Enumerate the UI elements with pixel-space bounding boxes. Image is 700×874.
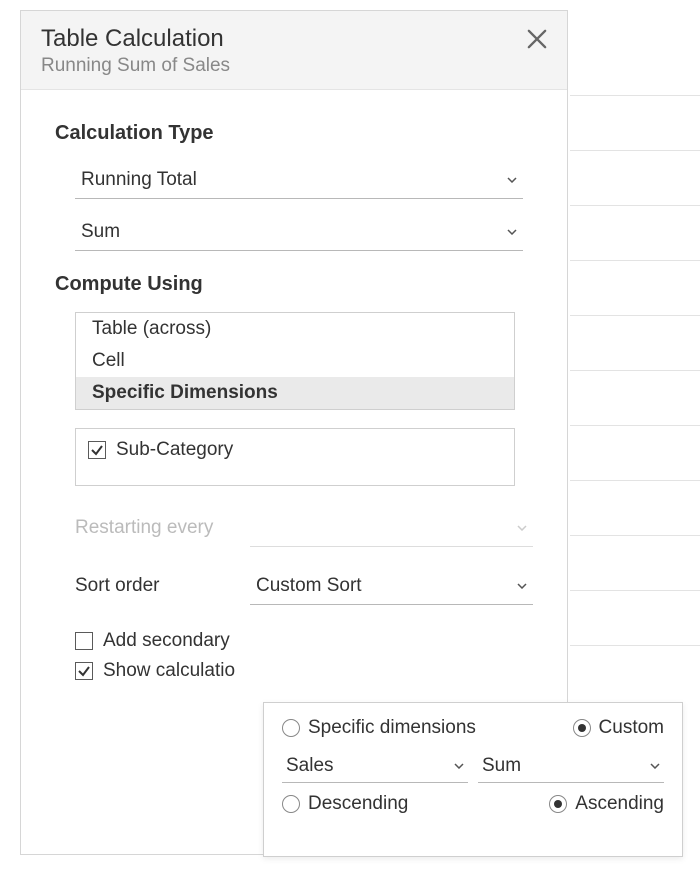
radio-icon xyxy=(282,719,300,737)
sort-descending-radio[interactable]: Descending xyxy=(282,793,408,815)
dialog-subtitle: Running Sum of Sales xyxy=(41,55,547,77)
restarting-every-select xyxy=(250,509,533,547)
sort-by-specific-dimensions-label: Specific dimensions xyxy=(308,717,476,739)
sort-by-custom-label: Custom xyxy=(599,717,664,739)
subcategory-label: Sub-Category xyxy=(116,439,233,461)
chevron-down-icon xyxy=(507,229,517,235)
calculation-function-select[interactable]: Running Total xyxy=(75,161,523,199)
sort-ascending-radio[interactable]: Ascending xyxy=(549,793,664,815)
calculation-type-label: Calculation Type xyxy=(55,122,533,145)
sort-aggregation-select[interactable]: Sum xyxy=(478,749,664,783)
specific-dimensions-box: Sub-Category xyxy=(75,428,515,486)
sort-ascending-label: Ascending xyxy=(575,793,664,815)
sort-order-label: Sort order xyxy=(75,575,250,597)
custom-sort-popup: Specific dimensions Custom Sales Sum Des… xyxy=(263,702,683,857)
calculation-function-value: Running Total xyxy=(81,169,197,191)
compute-option-specific-dimensions[interactable]: Specific Dimensions xyxy=(76,377,514,409)
aggregation-value: Sum xyxy=(81,221,120,243)
chevron-down-icon xyxy=(454,763,464,769)
dialog-title: Table Calculation xyxy=(41,25,547,53)
sort-order-value: Custom Sort xyxy=(256,575,362,597)
subcategory-checkbox[interactable] xyxy=(88,441,106,459)
add-secondary-checkbox[interactable] xyxy=(75,632,93,650)
sort-descending-label: Descending xyxy=(308,793,408,815)
compute-using-label: Compute Using xyxy=(55,273,533,296)
sort-aggregation-value: Sum xyxy=(482,755,521,777)
close-icon[interactable] xyxy=(523,25,551,53)
compute-option-table-across[interactable]: Table (across) xyxy=(76,313,514,345)
restarting-every-label: Restarting every xyxy=(75,517,250,539)
background-grid xyxy=(570,95,700,795)
chevron-down-icon xyxy=(517,525,527,531)
sort-by-specific-dimensions-radio[interactable]: Specific dimensions xyxy=(282,717,476,739)
chevron-down-icon xyxy=(517,583,527,589)
sort-by-custom-radio[interactable]: Custom xyxy=(573,717,664,739)
radio-icon xyxy=(282,795,300,813)
aggregation-select[interactable]: Sum xyxy=(75,213,523,251)
compute-using-listbox[interactable]: Table (across) Cell Specific Dimensions xyxy=(75,312,515,410)
sort-field-value: Sales xyxy=(286,755,334,777)
radio-icon xyxy=(549,795,567,813)
sort-field-select[interactable]: Sales xyxy=(282,749,468,783)
radio-icon xyxy=(573,719,591,737)
chevron-down-icon xyxy=(507,177,517,183)
chevron-down-icon xyxy=(650,763,660,769)
show-calculation-label: Show calculatio xyxy=(103,660,235,682)
add-secondary-label: Add secondary xyxy=(103,630,230,652)
compute-option-cell[interactable]: Cell xyxy=(76,345,514,377)
sort-order-select[interactable]: Custom Sort xyxy=(250,567,533,605)
dialog-header: Table Calculation Running Sum of Sales xyxy=(21,11,567,90)
show-calculation-checkbox[interactable] xyxy=(75,662,93,680)
